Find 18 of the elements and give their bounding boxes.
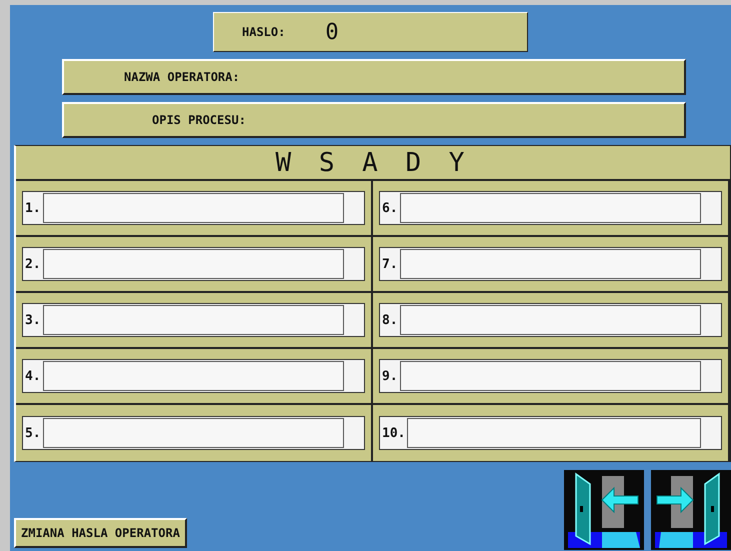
batches-title: W S A D Y [276, 148, 470, 178]
batch-field[interactable]: 8. [379, 303, 722, 337]
batch-field[interactable]: 3. [22, 303, 365, 337]
operator-label: NAZWA OPERATORA: [123, 70, 240, 84]
exit-door-icon[interactable] [564, 470, 644, 550]
batch-field[interactable]: 7. [379, 247, 722, 281]
batch-field[interactable]: 4. [22, 359, 365, 393]
batch-field[interactable]: 9. [379, 359, 722, 393]
batch-field[interactable]: 5. [22, 416, 365, 450]
password-label: HASLO: [242, 25, 286, 39]
batch-field[interactable]: 6. [379, 191, 722, 225]
batch-field[interactable]: 2. [22, 247, 365, 281]
enter-door-icon[interactable] [651, 470, 731, 550]
batch-field[interactable]: 1. [22, 191, 365, 225]
change-password-button[interactable]: ZMIANA HASLA OPERATORA [14, 518, 187, 548]
batch-field[interactable]: 10. [379, 416, 722, 450]
password-value: 0 [325, 20, 339, 44]
process-label: OPIS PROCESU: [151, 113, 246, 127]
